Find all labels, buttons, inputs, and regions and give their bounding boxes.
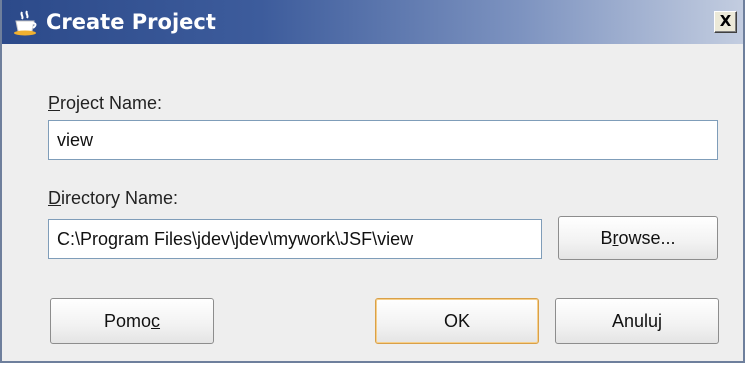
directory-name-label-text: irectory Name: <box>61 188 179 208</box>
close-button[interactable]: X <box>714 11 737 33</box>
ok-button[interactable]: OK <box>375 298 539 344</box>
directory-name-input[interactable]: C:\Program Files\jdev\jdev\mywork\JSF\vi… <box>48 219 542 259</box>
project-name-label: Project Name: <box>48 93 162 114</box>
help-label-mnemonic: c <box>151 311 161 331</box>
java-cup-icon <box>14 10 37 36</box>
directory-name-label-mnemonic: D <box>48 188 61 208</box>
project-name-input[interactable]: view <box>48 120 718 160</box>
help-label-pre: Pomo <box>103 311 152 331</box>
browse-button[interactable]: Browse... <box>558 216 718 260</box>
browse-label-pre: B <box>600 228 613 248</box>
directory-name-label: Directory Name: <box>48 188 178 209</box>
cancel-button[interactable]: Anuluj <box>555 298 719 344</box>
help-button[interactable]: Pomoc <box>50 298 214 344</box>
title-bar[interactable]: Create Project X <box>2 0 743 44</box>
project-name-label-mnemonic: P <box>48 93 61 113</box>
browse-label-post: owse... <box>618 228 676 248</box>
create-project-dialog: Create Project X Project Name: view Dire… <box>0 0 745 363</box>
dialog-title: Create Project <box>46 10 216 34</box>
project-name-label-text: roject Name: <box>60 93 163 113</box>
